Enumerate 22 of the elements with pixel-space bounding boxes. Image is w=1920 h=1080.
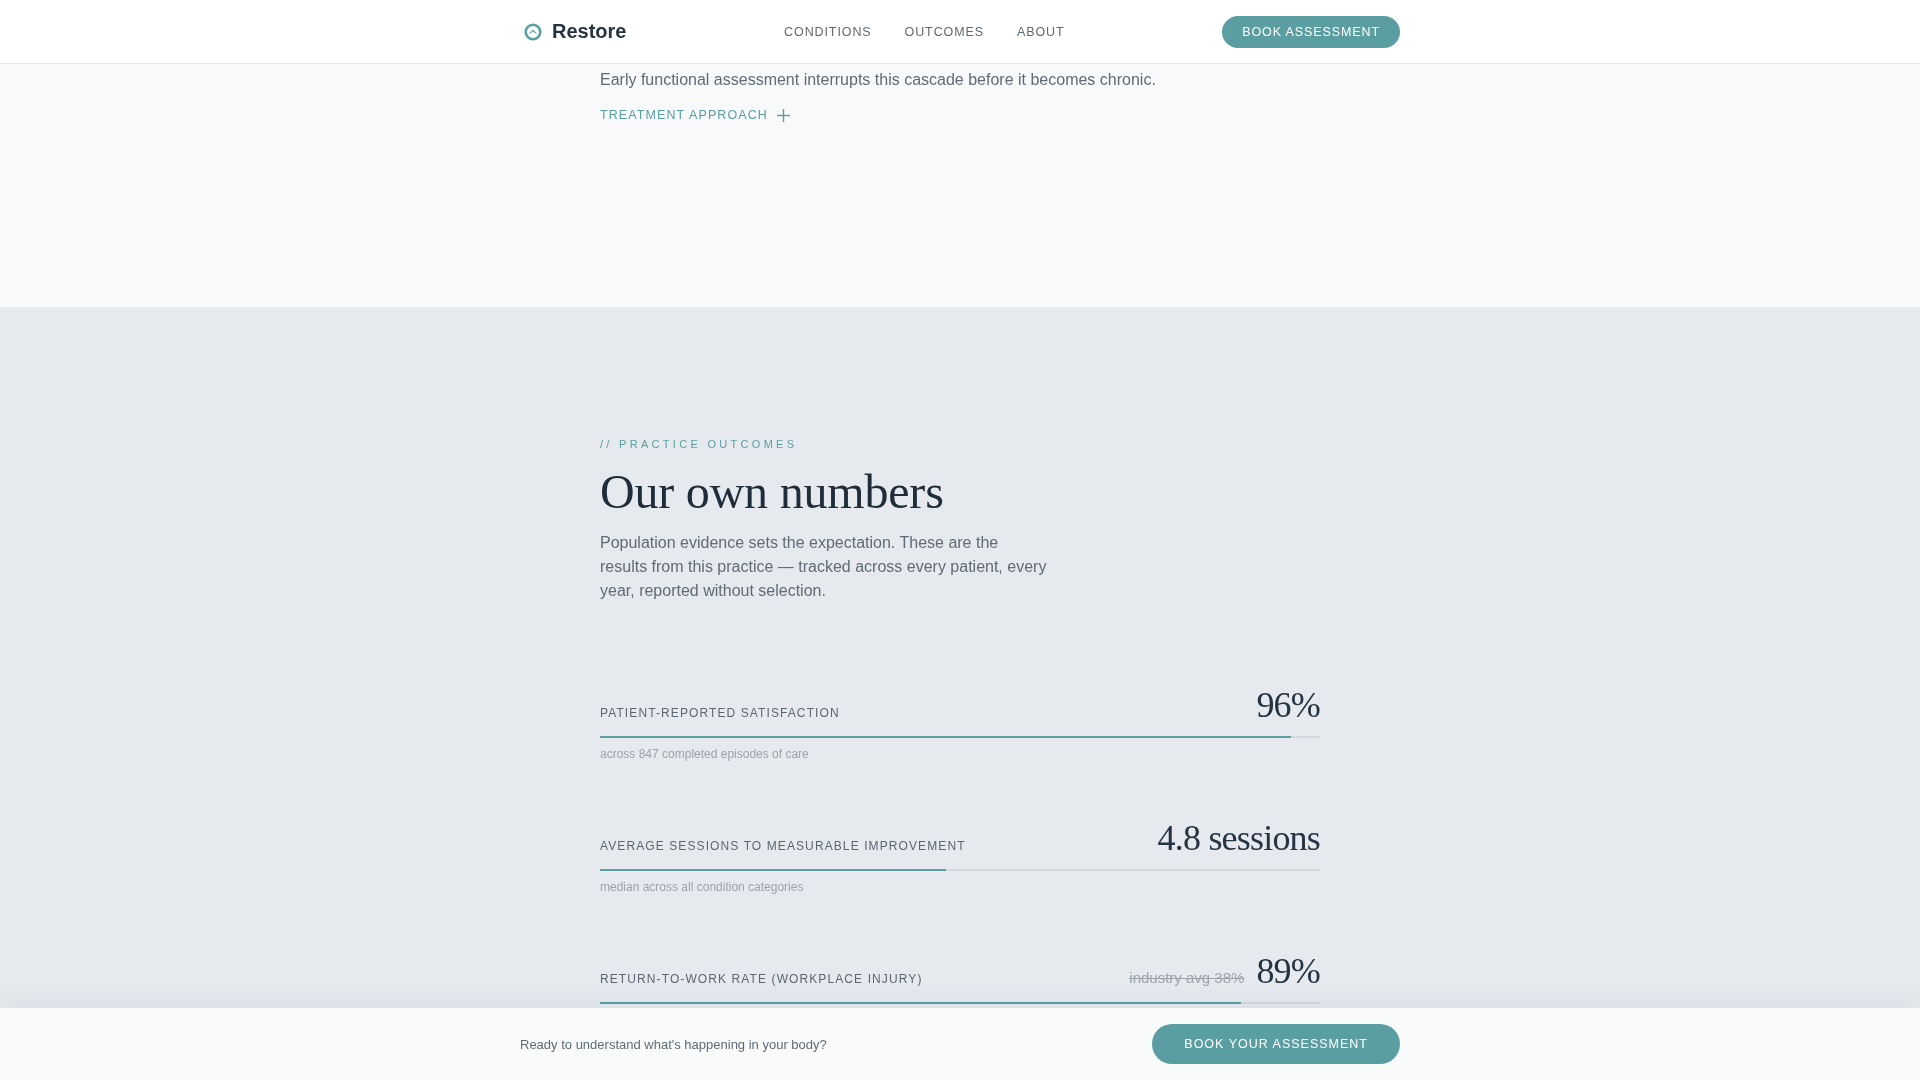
cta-text: Ready to understand what's happening in your body? <box>520 1036 827 1052</box>
section-heading: Our own numbers <box>600 465 945 519</box>
metric-value: 4.8 sessions <box>1157 820 1320 856</box>
struck-comparison-text: industry avg 38% <box>1129 969 1245 986</box>
treatment-approach-toggle[interactable]: TREATMENT APPROACH <box>600 108 790 122</box>
metric-value: 89% <box>1256 953 1320 989</box>
nav-link[interactable]: OUTCOMES <box>904 24 984 39</box>
metric-label: AVERAGE SESSIONS TO MEASURABLE IMPROVEMENT <box>600 839 966 853</box>
section-lead-paragraph: Population evidence sets the expectation. These are the results from this practice — tracked across every patient, every year, reported without selection. <box>600 533 1048 601</box>
metric-value: 96% <box>1256 687 1320 723</box>
nav-link[interactable]: CONDITIONS <box>784 24 872 39</box>
intro-paragraph: Early functional assessment interrupts this cascade before it becomes chronic. <box>600 70 1157 90</box>
section-eyebrow: // PRACTICE OUTCOMES <box>600 437 799 451</box>
book-assessment-button[interactable]: BOOK ASSESSMENT <box>1222 15 1400 48</box>
metric-label: PATIENT-REPORTED SATISFACTION <box>600 706 840 720</box>
brand-name: Restore <box>552 20 627 43</box>
ring-logo-icon <box>524 22 542 41</box>
book-your-assessment-button[interactable]: BOOK YOUR ASSESSMENT <box>1152 1024 1400 1064</box>
metric-note: median across all condition categories <box>600 880 805 894</box>
nav-link[interactable]: ABOUT <box>1017 24 1065 39</box>
metric-note: across 847 completed episodes of care <box>600 747 810 761</box>
metric-label: RETURN-TO-WORK RATE (WORKPLACE INJURY) <box>600 972 923 986</box>
